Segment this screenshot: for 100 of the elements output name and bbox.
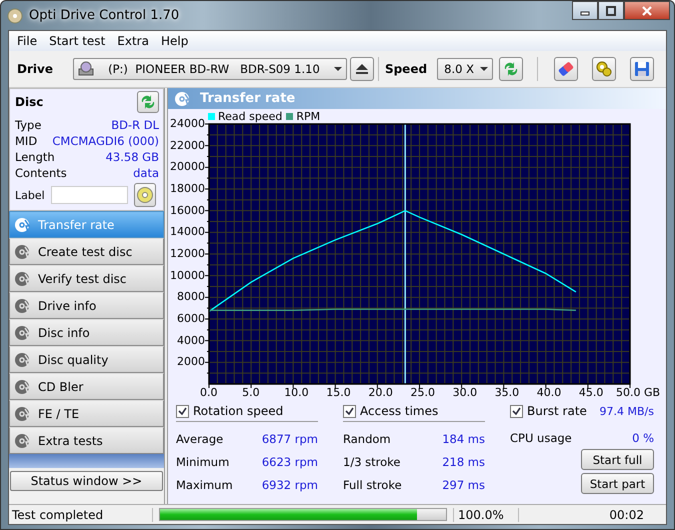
disc-icon (14, 244, 30, 260)
maximize-button[interactable] (598, 1, 624, 20)
status-window-button[interactable]: Status window >> (10, 471, 163, 491)
axis-label: 4000 (176, 334, 205, 347)
disc-icon (14, 216, 30, 232)
nav-button[interactable]: CD Bler (9, 373, 164, 400)
menu-item[interactable]: Start test (43, 34, 112, 48)
window-title: Opti Drive Control 1.70 (29, 8, 180, 23)
refresh-button[interactable] (137, 91, 159, 113)
elapsed-time: 00:02 (608, 508, 645, 522)
nav-button[interactable]: Extra tests (9, 427, 164, 454)
checkbox[interactable] (510, 404, 523, 418)
checkbox-label: Rotation speed (193, 404, 284, 418)
axis-label: 18000 (169, 183, 205, 195)
axis-label: 24000 (169, 118, 205, 130)
stat-value: 97.4 MB/s (600, 404, 654, 418)
panel-title: Disc (15, 95, 44, 109)
axis-label: 8000 (176, 291, 205, 304)
disc-icon (174, 90, 190, 106)
nav-button[interactable]: Drive info (9, 292, 164, 319)
field-label: Label (15, 188, 45, 202)
eraser-icon (557, 60, 576, 78)
axis-label: 20.0 (368, 386, 393, 399)
axis-label: 22000 (169, 140, 205, 152)
axis-label: 10.0 (284, 386, 309, 399)
axis-label: 10000 (169, 270, 205, 282)
axis-label: 0.0 (200, 386, 218, 399)
disc-icon (14, 298, 30, 314)
legend-label: RPM (296, 110, 320, 123)
settings-button[interactable] (592, 57, 616, 81)
axis-label: 50.0 GB (616, 386, 660, 399)
nav-button[interactable]: Verify test disc (9, 265, 164, 292)
save-button[interactable] (630, 57, 654, 81)
axis-label: 25.0 (410, 386, 435, 399)
axis-label: 30.0 (452, 386, 478, 399)
stat-value: 6623 rpm (262, 454, 318, 468)
axis-label: 45.0 (578, 386, 604, 399)
refresh-button[interactable] (499, 57, 524, 81)
progress-percent: 100.0% (453, 508, 519, 522)
close-button[interactable] (624, 1, 670, 20)
stat-label: 1/3 stroke (343, 454, 400, 468)
close-icon (641, 6, 653, 16)
checkbox[interactable] (343, 404, 356, 418)
stat-label: Random (343, 432, 391, 446)
caret-icon (480, 67, 488, 71)
axis-label: 14000 (169, 226, 205, 238)
nav-button[interactable]: Disc quality (9, 346, 164, 373)
field-value: CMCMAGDI6 (000) (52, 134, 159, 148)
stat-value: 0 % (632, 430, 654, 444)
speed-label: Speed (384, 62, 428, 76)
nav-button[interactable]: Create test disc (9, 238, 164, 265)
speed-dropdown[interactable]: 8.0 X (437, 58, 494, 80)
field-value: data (133, 166, 159, 180)
menu-item[interactable]: Extra (111, 34, 155, 48)
gears-icon (595, 60, 614, 78)
field-label: Type (15, 118, 42, 132)
axis-label: 12000 (169, 248, 205, 260)
axis-label: 2000 (176, 356, 205, 368)
nav-button[interactable]: FE / TE (9, 400, 164, 427)
disc-button[interactable] (134, 183, 156, 207)
eject-icon (354, 63, 369, 75)
menu-item[interactable]: File (11, 34, 44, 48)
axis-label: 35.0 (494, 386, 520, 399)
disc-icon (14, 406, 30, 422)
axis-label: 6000 (176, 313, 205, 325)
axis-label: 40.0 (536, 386, 562, 399)
field-label: MID (15, 134, 38, 148)
axis-label: 5.0 (242, 386, 260, 399)
panel-title: Transfer rate (200, 91, 296, 106)
nav-button[interactable]: Disc info (9, 319, 164, 346)
minimize-button[interactable] (572, 1, 598, 20)
stat-value: 184 ms (442, 432, 485, 446)
arrows-icon (139, 93, 157, 111)
stat-label: Maximum (176, 478, 233, 492)
disc-icon (14, 270, 30, 286)
eject-button[interactable] (350, 57, 374, 81)
disc-icon (136, 186, 154, 204)
eraser-button[interactable] (554, 57, 578, 81)
start-button[interactable]: Start part (581, 473, 654, 494)
drive-icon (78, 61, 94, 77)
disc-icon (14, 352, 30, 368)
stat-label: Full stroke (343, 478, 402, 492)
drive-dropdown[interactable]: (P:) PIONEER BD-RW BDR-S09 1.10 (72, 58, 347, 80)
axis-label: 16000 (169, 204, 205, 217)
axis-label: 15.0 (326, 386, 351, 399)
stat-value: 6877 rpm (262, 432, 318, 446)
stat-label: CPU usage (510, 430, 572, 444)
field-value: 43.58 GB (106, 150, 159, 164)
disc-icon (14, 324, 30, 340)
menu-item[interactable]: Help (154, 34, 194, 48)
stat-value: 218 ms (442, 454, 485, 468)
checkbox-label: Burst rate (527, 404, 587, 418)
start-button[interactable]: Start full (581, 449, 654, 470)
field-label: Contents (15, 166, 67, 180)
field-label: Length (15, 150, 55, 164)
axis-label: 20000 (169, 161, 205, 174)
label-field[interactable] (50, 186, 128, 204)
stat-value: 6932 rpm (262, 478, 318, 492)
stat-label: Minimum (176, 454, 230, 468)
checkbox[interactable] (176, 404, 189, 418)
